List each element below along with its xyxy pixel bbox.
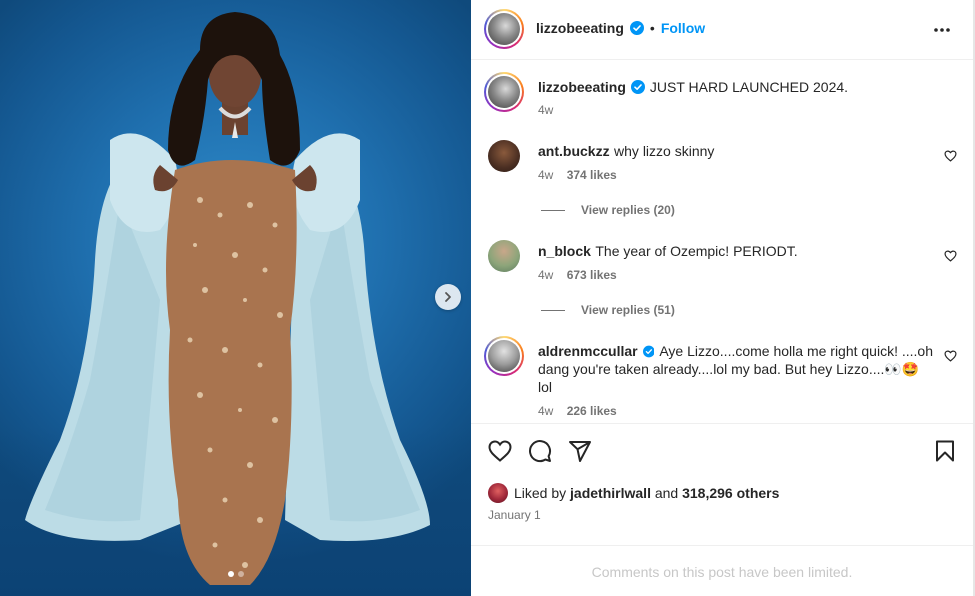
- post-actions-section: Liked by jadethirlwall and 318,296 other…: [471, 423, 973, 596]
- replies-line: [541, 209, 565, 211]
- caption-text: JUST HARD LAUNCHED 2024.: [649, 79, 849, 95]
- liked-by-avatar[interactable]: [488, 483, 508, 503]
- replies-line: [541, 309, 565, 311]
- liked-by-prefix: Liked by: [514, 485, 567, 501]
- comment-meta: 4w 673 likes: [538, 268, 617, 282]
- commenter-avatar[interactable]: [484, 336, 524, 376]
- header-separator: •: [649, 20, 655, 36]
- author-avatar[interactable]: [484, 9, 524, 49]
- comment: ant.buckzz why lizzo skinny: [538, 142, 938, 161]
- liked-by: Liked by jadethirlwall and 318,296 other…: [488, 483, 779, 503]
- comment-username[interactable]: aldrenmccullar: [538, 343, 638, 359]
- comment-meta: 4w 226 likes: [538, 404, 617, 418]
- more-options-icon[interactable]: [933, 24, 951, 36]
- caption-username[interactable]: lizzobeeating: [538, 79, 626, 95]
- post-photo[interactable]: [0, 0, 471, 596]
- likes-count[interactable]: 318,296 others: [682, 485, 779, 501]
- comment: n_block The year of Ozempic! PERIODT.: [538, 242, 938, 261]
- liked-by-and: and: [654, 485, 679, 501]
- comment-time: 4w: [538, 268, 554, 282]
- photo-subject-illustration: [25, 12, 430, 585]
- view-replies-button[interactable]: View replies (51): [541, 303, 675, 317]
- view-replies-label: View replies (20): [581, 203, 675, 217]
- verified-badge-icon: [629, 21, 644, 35]
- caption-avatar[interactable]: [484, 72, 524, 112]
- commenter-avatar[interactable]: [488, 140, 520, 172]
- comment-icon[interactable]: [528, 439, 552, 463]
- verified-badge-icon: [630, 80, 645, 94]
- comment-text-line: dang you're taken already....lol my bad.…: [538, 361, 920, 377]
- comment-likes[interactable]: 226 likes: [567, 404, 617, 418]
- comment-meta: 4w 374 likes: [538, 168, 617, 182]
- comment-composer-area: Comments on this post have been limited.: [471, 545, 973, 596]
- caption: lizzobeeating JUST HARD LAUNCHED 2024.: [538, 78, 848, 96]
- heart-icon[interactable]: [488, 440, 512, 462]
- carousel-indicator: [0, 571, 471, 577]
- comment-text-line: Aye Lizzo....come holla me right quick! …: [659, 343, 933, 359]
- carousel-dot-active: [227, 571, 234, 577]
- comment-time: 4w: [538, 168, 554, 182]
- comment-username[interactable]: n_block: [538, 243, 591, 259]
- carousel-next-button[interactable]: [435, 284, 461, 310]
- comment-like-heart-icon[interactable]: [944, 150, 957, 162]
- caption-time: 4w: [538, 103, 554, 117]
- comment-text: The year of Ozempic! PERIODT.: [595, 243, 798, 259]
- comment: aldrenmccullar Aye Lizzo....come holla m…: [538, 342, 933, 396]
- comment-likes[interactable]: 673 likes: [567, 268, 617, 282]
- post-header: lizzobeeating • Follow: [471, 0, 973, 60]
- comment-like-heart-icon[interactable]: [944, 350, 957, 362]
- comment-text-line: lol: [538, 379, 553, 395]
- commenter-avatar[interactable]: [488, 240, 520, 272]
- follow-button[interactable]: Follow: [661, 20, 705, 36]
- view-replies-button[interactable]: View replies (20): [541, 203, 675, 217]
- bookmark-icon[interactable]: [934, 440, 956, 462]
- post-date: January 1: [488, 508, 541, 522]
- comments-limited-notice: Comments on this post have been limited.: [591, 563, 853, 580]
- chevron-right-icon: [445, 292, 451, 302]
- comment-likes[interactable]: 374 likes: [567, 168, 617, 182]
- comment-username[interactable]: ant.buckzz: [538, 143, 610, 159]
- post-details-panel: lizzobeeating • Follow lizzobeeating JUS…: [471, 0, 975, 596]
- liked-by-user[interactable]: jadethirlwall: [570, 485, 651, 501]
- author-username[interactable]: lizzobeeating: [536, 20, 624, 36]
- comment-text: why lizzo skinny: [614, 143, 715, 159]
- verified-badge-icon: [642, 345, 655, 357]
- view-replies-label: View replies (51): [581, 303, 675, 317]
- comment-like-heart-icon[interactable]: [944, 250, 957, 262]
- share-icon[interactable]: [568, 440, 592, 462]
- carousel-dot: [237, 571, 244, 577]
- comment-time: 4w: [538, 404, 554, 418]
